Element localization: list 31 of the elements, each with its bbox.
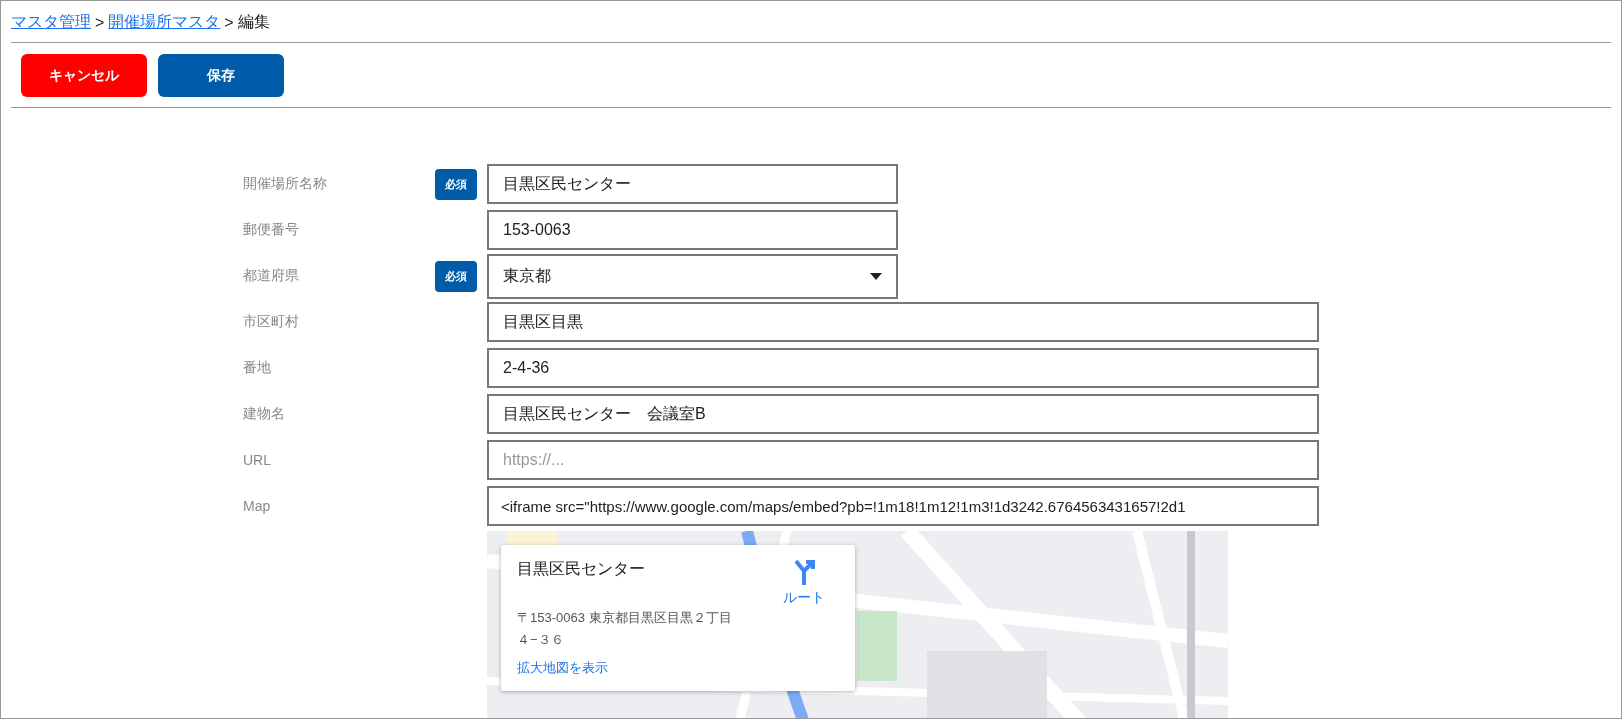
field-label: URL: [243, 452, 272, 469]
input-field[interactable]: https://...: [487, 440, 1319, 481]
field-label: 建物名: [243, 405, 286, 424]
place-address: 〒153-0063 東京都目黒区目黒２丁目 ４−３６: [517, 609, 733, 650]
input-field[interactable]: <iframe src="https://www.google.com/maps/embed?pb=!1m18!1m12!1m3!1d3242.6764563431657!2d1: [487, 486, 1319, 527]
field-label: 開催場所名称: [243, 175, 328, 194]
caret-icon: [870, 272, 882, 280]
larger-map-link[interactable]: 拡大地図を表示: [517, 659, 769, 678]
required-badge: 必須: [435, 260, 477, 292]
breadcrumb-separator: >: [95, 13, 105, 32]
save-button[interactable]: 保存: [158, 54, 284, 98]
directions-link[interactable]: ルート: [769, 559, 839, 608]
field-label: Map: [243, 498, 272, 515]
required-badge: 必須: [435, 168, 477, 200]
place-title: 目黒区民センター: [517, 559, 646, 580]
field-label: 市区町村: [243, 313, 300, 332]
breadcrumb-link[interactable]: マスタ管理: [11, 12, 91, 34]
breadcrumb-current: 編集: [237, 12, 270, 33]
route-icon: [792, 559, 816, 586]
prefecture-select[interactable]: 東京都: [487, 253, 898, 299]
input-field[interactable]: 2-4-36: [487, 348, 1319, 389]
breadcrumb-separator: >: [224, 13, 234, 32]
breadcrumb-link[interactable]: 開催場所マスタ: [108, 12, 221, 34]
input-field[interactable]: 目黒区民センター 会議室B: [487, 394, 1319, 435]
input-field[interactable]: 目黒区民センター: [487, 164, 898, 205]
field-label: 都道府県: [243, 267, 300, 286]
cancel-button[interactable]: キャンセル: [21, 54, 147, 98]
input-field[interactable]: 目黒区目黒: [487, 302, 1319, 343]
field-label: 郵便番号: [243, 221, 300, 240]
input-field[interactable]: 153-0063: [487, 210, 898, 251]
field-label: 番地: [243, 359, 272, 378]
